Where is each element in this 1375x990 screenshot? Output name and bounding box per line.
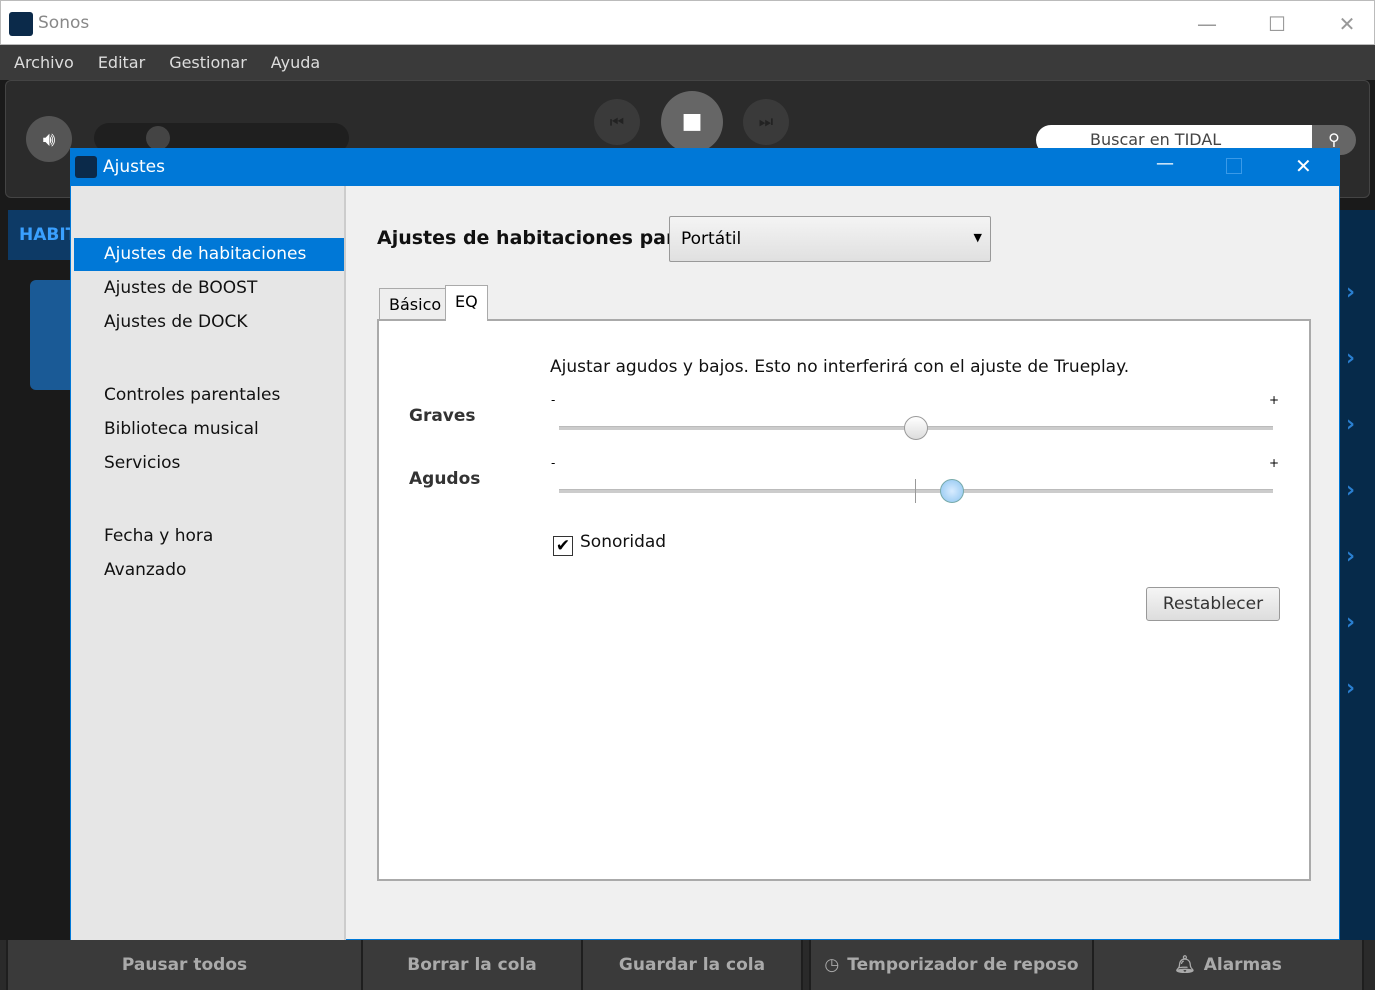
sonos-logo-icon	[9, 12, 33, 36]
close-button[interactable]: ✕	[1327, 9, 1367, 39]
dialog-close-button[interactable]: ✕	[1295, 154, 1312, 178]
sidebar-item-services[interactable]: Servicios	[74, 447, 344, 480]
dialog-titlebar: Ajustes — ✕	[71, 149, 1339, 186]
menu-bar: Archivo Editar Gestionar Ayuda	[0, 45, 1375, 80]
menu-ayuda[interactable]: Ayuda	[271, 53, 320, 72]
app-titlebar: Sonos — ☐ ✕	[0, 0, 1375, 45]
loudness-label: Sonoridad	[580, 532, 667, 552]
chevron-right-icon[interactable]: ›	[1346, 280, 1355, 305]
clock-icon: ◷	[824, 955, 840, 975]
stop-button[interactable]: ■	[661, 91, 723, 153]
maximize-button[interactable]: ☐	[1257, 9, 1297, 39]
treble-max-label: +	[1269, 456, 1280, 470]
bass-label: Graves	[409, 406, 476, 426]
sidebar-item-advanced[interactable]: Avanzado	[74, 554, 344, 587]
bass-max-label: +	[1269, 393, 1280, 407]
bell-icon: 🔔︎	[1174, 955, 1196, 975]
settings-dialog: Ajustes — ✕ Ajustes de habitaciones Ajus…	[70, 148, 1340, 940]
tab-eq[interactable]: EQ	[445, 285, 488, 321]
room-select[interactable]: Portátil ▼	[669, 216, 991, 262]
dialog-title: Ajustes	[103, 157, 165, 177]
chevron-right-icon[interactable]: ›	[1346, 478, 1355, 503]
eq-description: Ajustar agudos y bajos. Esto no interfer…	[550, 357, 1130, 377]
settings-sidebar: Ajustes de habitaciones Ajustes de BOOST…	[71, 186, 346, 940]
room-card[interactable]	[30, 280, 70, 390]
treble-slider[interactable]	[559, 489, 1273, 493]
sidebar-item-library[interactable]: Biblioteca musical	[74, 413, 344, 446]
chevron-right-icon[interactable]: ›	[1346, 412, 1355, 437]
alarms-button[interactable]: 🔔︎ Alarmas	[1094, 940, 1364, 990]
right-column	[1340, 210, 1375, 940]
treble-center-tick	[915, 479, 916, 503]
menu-gestionar[interactable]: Gestionar	[169, 53, 247, 72]
page-title: Ajustes de habitaciones para	[377, 227, 689, 249]
menu-archivo[interactable]: Archivo	[14, 53, 74, 72]
app-title: Sonos	[38, 13, 90, 33]
sonos-logo-icon	[75, 156, 97, 178]
eq-panel: Ajustar agudos y bajos. Esto no interfer…	[377, 319, 1311, 881]
sidebar-item-boost[interactable]: Ajustes de BOOST	[74, 272, 344, 305]
sidebar-item-parental[interactable]: Controles parentales	[74, 379, 344, 412]
volume-icon[interactable]: 🔊︎	[26, 116, 72, 162]
chevron-right-icon[interactable]: ›	[1346, 676, 1355, 701]
sidebar-item-dock[interactable]: Ajustes de DOCK	[74, 306, 344, 339]
bottom-bar: Pausar todos Borrar la cola Guardar la c…	[0, 940, 1375, 990]
checkmark-icon: ✔	[555, 536, 571, 556]
next-button[interactable]: ⏭	[743, 99, 789, 145]
clear-queue-button[interactable]: Borrar la cola	[363, 940, 583, 990]
bass-min-label: -	[551, 393, 556, 407]
loudness-checkbox[interactable]: ✔	[553, 536, 573, 556]
sleep-timer-button[interactable]: ◷ Temporizador de reposo	[811, 940, 1094, 990]
reset-button[interactable]: Restablecer	[1146, 587, 1280, 621]
tab-basico[interactable]: Básico	[379, 288, 452, 320]
previous-button[interactable]: ⏮	[594, 99, 640, 145]
treble-slider-thumb[interactable]	[939, 479, 964, 503]
chevron-right-icon[interactable]: ›	[1346, 346, 1355, 371]
pause-all-button[interactable]: Pausar todos	[8, 940, 363, 990]
sidebar-item-room-settings[interactable]: Ajustes de habitaciones	[74, 238, 344, 271]
minimize-button[interactable]: —	[1187, 9, 1227, 39]
dialog-minimize-button[interactable]: —	[1156, 153, 1174, 174]
treble-min-label: -	[551, 456, 556, 470]
menu-editar[interactable]: Editar	[98, 53, 145, 72]
bass-slider-thumb[interactable]	[904, 416, 928, 440]
chevron-right-icon[interactable]: ›	[1346, 610, 1355, 635]
rooms-header: HABIT	[8, 210, 77, 260]
treble-label: Agudos	[409, 469, 481, 489]
chevron-right-icon[interactable]: ›	[1346, 544, 1355, 569]
dialog-maximize-button	[1226, 158, 1242, 174]
sidebar-item-datetime[interactable]: Fecha y hora	[74, 520, 344, 553]
save-queue-button[interactable]: Guardar la cola	[583, 940, 803, 990]
chevron-down-icon: ▼	[973, 231, 982, 244]
